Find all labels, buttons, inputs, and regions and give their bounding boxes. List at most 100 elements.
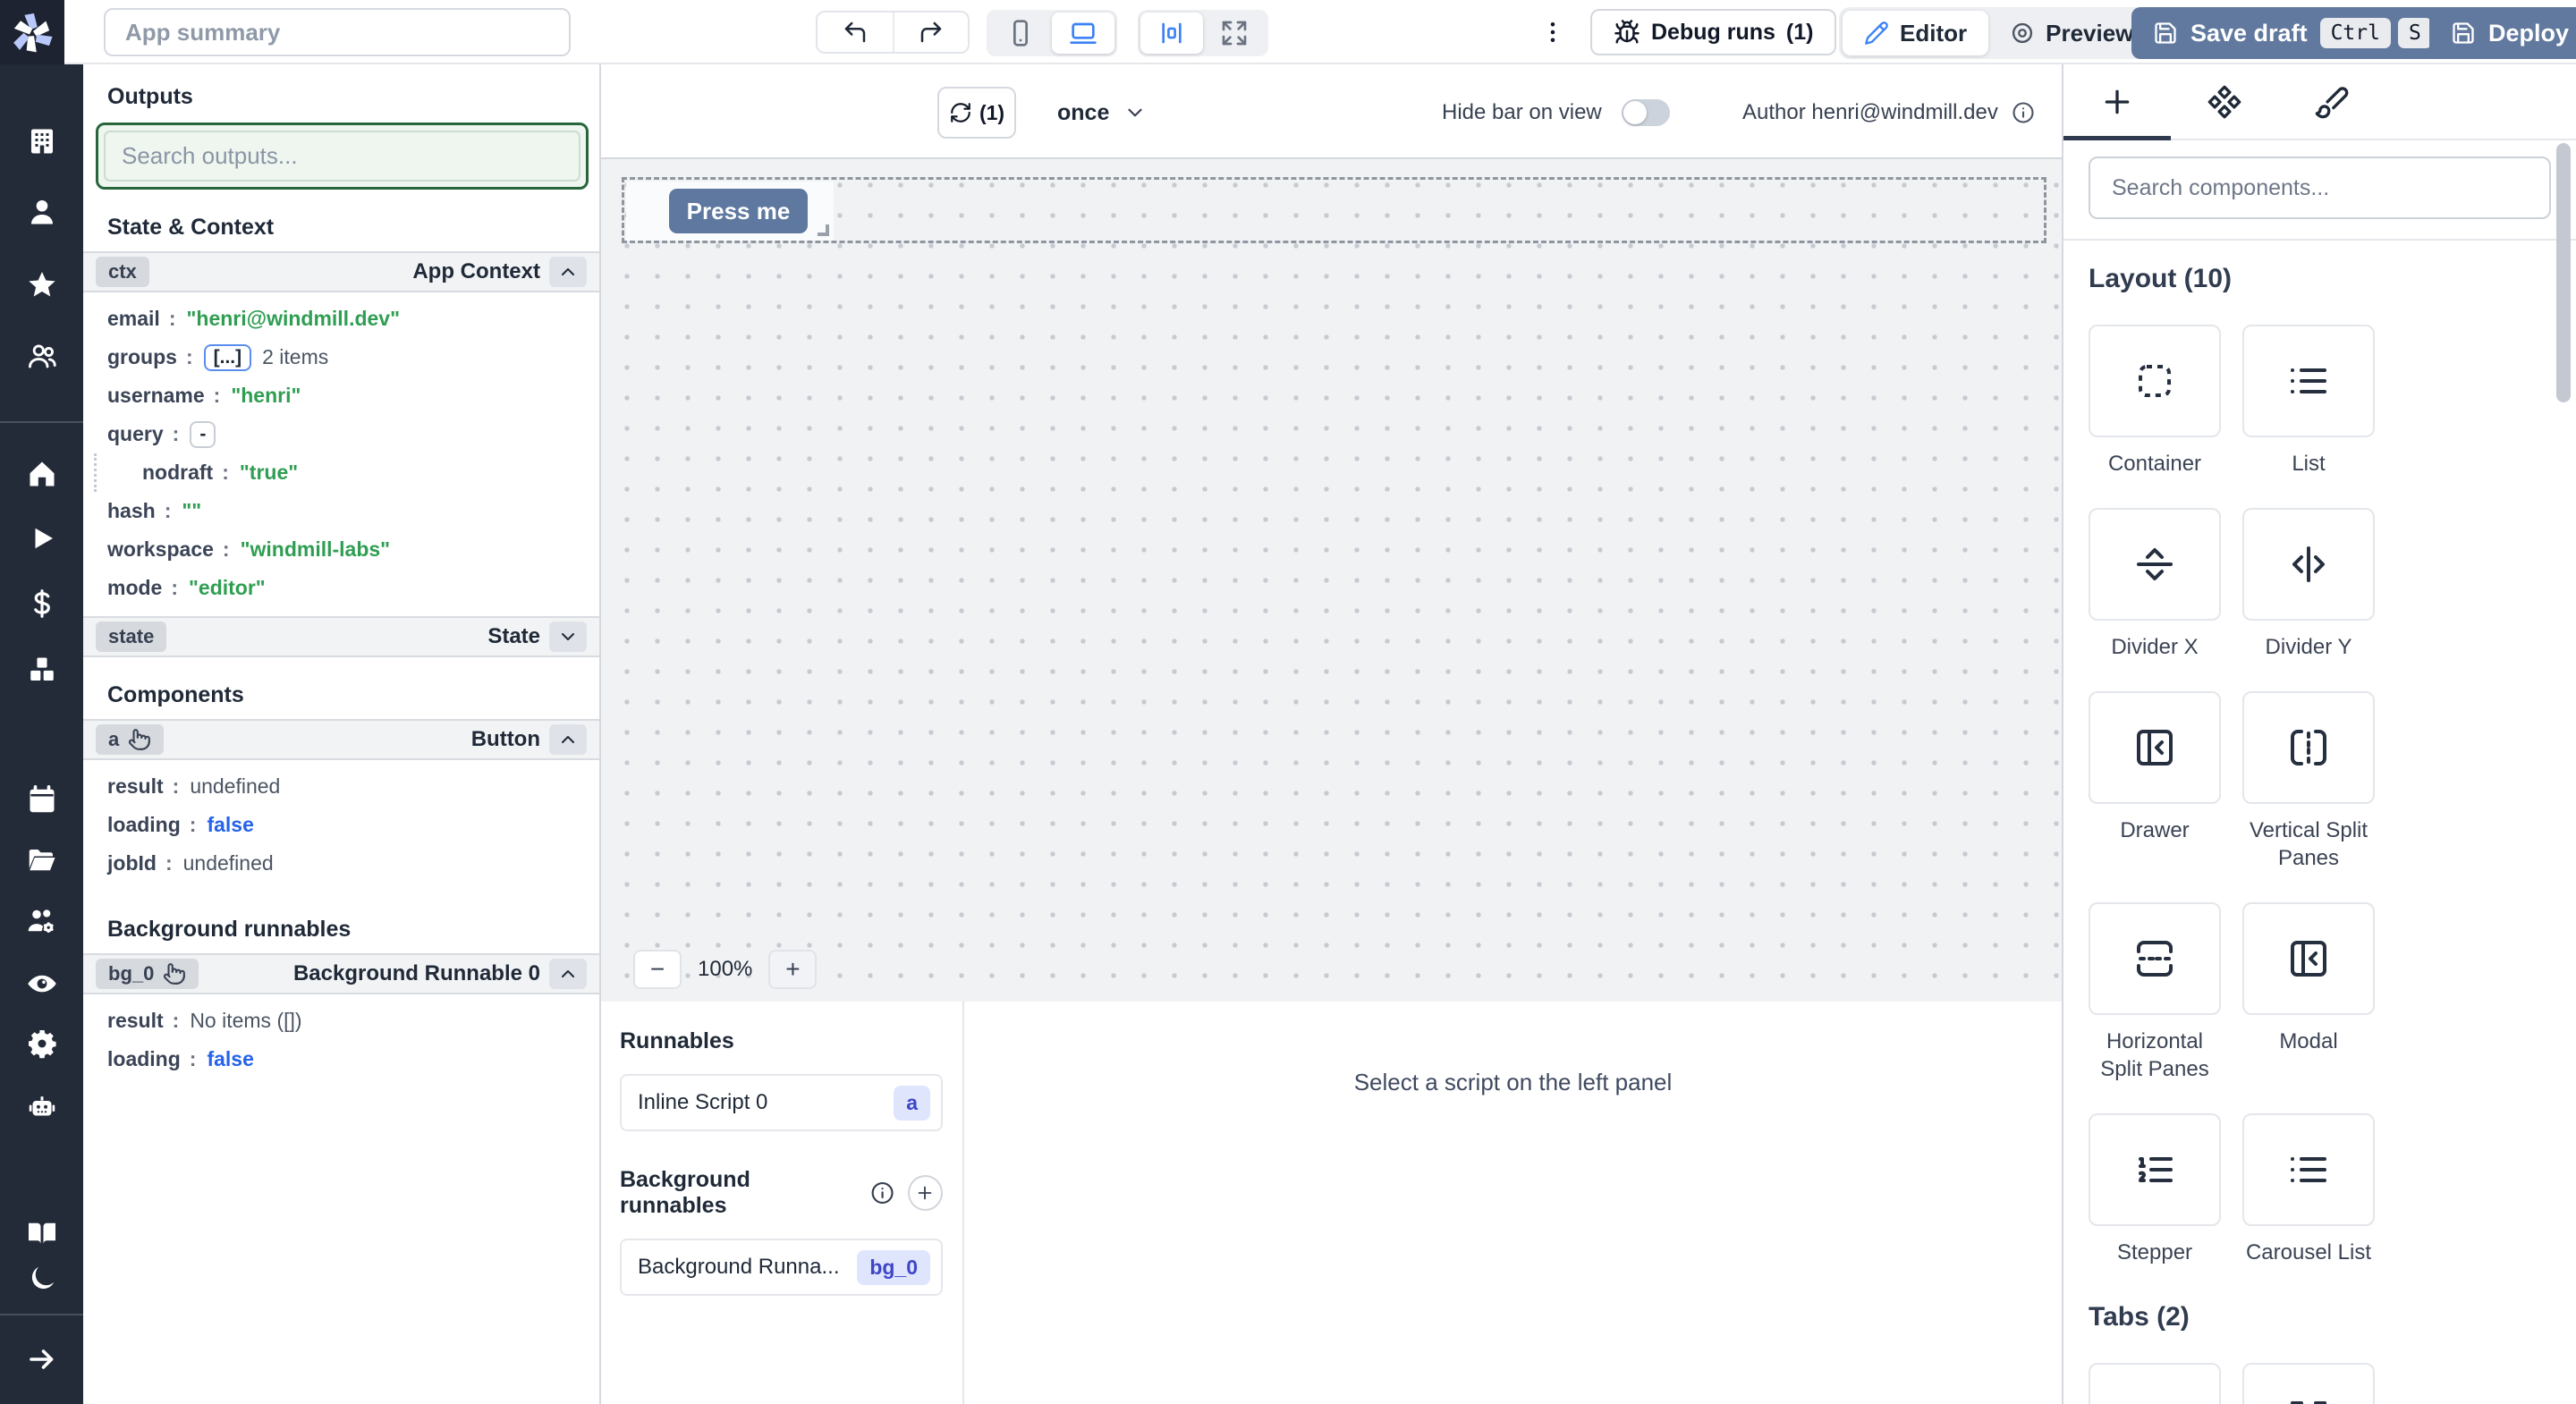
info-icon[interactable] (869, 1180, 895, 1206)
tree-collapsed-badge[interactable]: - (190, 420, 216, 448)
component-card-split[interactable] (2242, 1363, 2375, 1404)
collapse-group-button[interactable] (549, 257, 587, 287)
sidebar-item-folder[interactable] (21, 839, 64, 882)
selected-grid-row[interactable]: Press me (622, 177, 2046, 243)
output-tree-row[interactable]: hash: "" (83, 492, 599, 530)
sidebar-item-book[interactable] (21, 1212, 64, 1255)
component-card-divider-x[interactable]: Divider X (2089, 508, 2221, 661)
component-card-horizontal-split-panes[interactable]: Horizontal Split Panes (2089, 902, 2221, 1083)
tree-collapsed-badge[interactable]: [...] (203, 343, 252, 371)
desktop-view-button[interactable] (1052, 13, 1114, 54)
zoom-in-button[interactable]: + (768, 950, 818, 989)
schedule-mode-select[interactable]: once (1045, 87, 1159, 139)
preview-tab[interactable]: Preview (1988, 11, 2155, 55)
output-group-header-state[interactable]: state State (83, 616, 599, 657)
full-width-button[interactable] (1203, 13, 1266, 54)
sidebar-item-gear[interactable] (21, 1022, 64, 1065)
sidebar-item-calendar[interactable] (21, 778, 64, 821)
deploy-button[interactable]: Deploy (2429, 7, 2576, 59)
component-card-divider-y[interactable]: Divider Y (2242, 508, 2375, 661)
output-tree-row[interactable]: nodraft: "true" (94, 453, 599, 492)
output-group-header-ctx[interactable]: ctx App Context (83, 251, 599, 292)
redo-button[interactable] (893, 13, 968, 52)
output-tree-row[interactable]: groups: [...] 2 items (83, 338, 599, 376)
component-card-box[interactable] (2089, 1363, 2221, 1404)
hide-bar-toggle[interactable] (1621, 99, 1670, 126)
output-tree-row[interactable]: mode: "editor" (83, 569, 599, 607)
undo-button[interactable] (818, 13, 893, 52)
sidebar-item-boxes[interactable] (21, 648, 64, 691)
runnable-item[interactable]: Background Runna... bg_0 (620, 1239, 943, 1296)
component-card-stepper[interactable]: Stepper (2089, 1113, 2221, 1266)
sidebar-item-bot[interactable] (21, 1085, 64, 1128)
editor-tab[interactable]: Editor (1843, 11, 1989, 55)
sidebar-item-dollar[interactable] (21, 582, 64, 625)
component-card-modal[interactable]: Modal (2242, 902, 2375, 1083)
runnable-item[interactable]: Inline Script 0 a (620, 1074, 943, 1131)
components-search-input[interactable] (2089, 156, 2551, 219)
output-group-id-badge[interactable]: ctx (96, 257, 149, 287)
sidebar-item-users-cog[interactable] (21, 900, 64, 943)
app-canvas[interactable]: Press me − 100% + (601, 159, 2062, 1002)
output-group-id-badge[interactable]: bg_0 (96, 959, 199, 989)
output-group-header-a[interactable]: a Button (83, 719, 599, 760)
component-card-carousel-list[interactable]: Carousel List (2242, 1113, 2375, 1266)
output-tree-row[interactable]: workspace: "windmill-labs" (83, 530, 599, 569)
output-tree-row[interactable]: result: undefined (83, 767, 599, 806)
panel-tab-plus[interactable] (2063, 64, 2171, 140)
collapse-group-button[interactable] (549, 959, 587, 989)
sidebar-item-users[interactable] (21, 334, 64, 377)
sidebar-item-eye[interactable] (21, 962, 64, 1005)
output-tree-row[interactable]: loading: false (83, 806, 599, 844)
outputs-search-input[interactable] (104, 131, 580, 182)
output-tree-row[interactable]: query: - (83, 415, 599, 453)
component-card-box[interactable] (2089, 1113, 2221, 1226)
app-summary-input[interactable] (104, 8, 571, 56)
sidebar-item-star[interactable] (21, 264, 64, 307)
component-card-box[interactable] (2089, 325, 2221, 437)
info-icon[interactable] (2011, 100, 2036, 125)
component-card-drawer[interactable]: Drawer (2089, 691, 2221, 872)
component-card-box[interactable] (2242, 902, 2375, 1015)
windmill-logo[interactable] (0, 0, 64, 64)
panel-tab-component[interactable] (2171, 64, 2278, 139)
bounded-width-button[interactable] (1140, 13, 1203, 54)
component-card-box[interactable] (2242, 691, 2375, 804)
components-scrollbar[interactable] (2556, 143, 2571, 402)
output-tree-row[interactable]: email: "henri@windmill.dev" (83, 300, 599, 338)
press-me-button[interactable]: Press me (669, 189, 808, 233)
output-tree-row[interactable]: result: No items ([]) (83, 1002, 599, 1040)
refresh-button[interactable]: (1) (937, 87, 1016, 139)
sidebar-item-play[interactable] (21, 517, 64, 560)
sidebar-item-user[interactable] (21, 190, 64, 233)
more-menu-button[interactable] (1533, 13, 1572, 52)
resize-handle[interactable] (818, 224, 829, 236)
panel-tab-brush[interactable] (2278, 64, 2385, 139)
zoom-out-button[interactable]: − (633, 950, 682, 989)
collapse-group-button[interactable] (549, 724, 587, 755)
component-card-box[interactable] (2089, 691, 2221, 804)
component-card-stepper[interactable] (2089, 1363, 2221, 1404)
sidebar-item-building[interactable] (21, 120, 64, 163)
component-card-box[interactable] (2242, 508, 2375, 621)
component-card-box[interactable] (2242, 1113, 2375, 1226)
output-group-id-badge[interactable]: state (96, 622, 167, 652)
component-card-list[interactable]: List (2242, 325, 2375, 478)
output-group-header-bg_0[interactable]: bg_0 Background Runnable 0 (83, 953, 599, 994)
output-tree-row[interactable]: username: "henri" (83, 376, 599, 415)
sidebar-item-home[interactable] (21, 452, 64, 495)
component-card-vertical-split-panes[interactable]: Vertical Split Panes (2242, 691, 2375, 872)
component-card-box[interactable] (2089, 902, 2221, 1015)
mobile-view-button[interactable] (989, 13, 1052, 54)
expand-group-button[interactable] (549, 622, 587, 652)
component-card-box[interactable] (2242, 325, 2375, 437)
debug-runs-button[interactable]: Debug runs (1) (1590, 9, 1837, 55)
component-card-box[interactable] (2242, 1363, 2375, 1404)
component-card-container[interactable]: Container (2089, 325, 2221, 478)
component-card-box[interactable] (2089, 508, 2221, 621)
selected-component-cell[interactable]: Press me (626, 182, 834, 241)
add-background-runnable-button[interactable] (907, 1175, 943, 1211)
output-tree-row[interactable]: loading: false (83, 1040, 599, 1078)
sidebar-item-arrow-right[interactable] (21, 1338, 64, 1381)
output-tree-row[interactable]: jobId: undefined (83, 844, 599, 883)
